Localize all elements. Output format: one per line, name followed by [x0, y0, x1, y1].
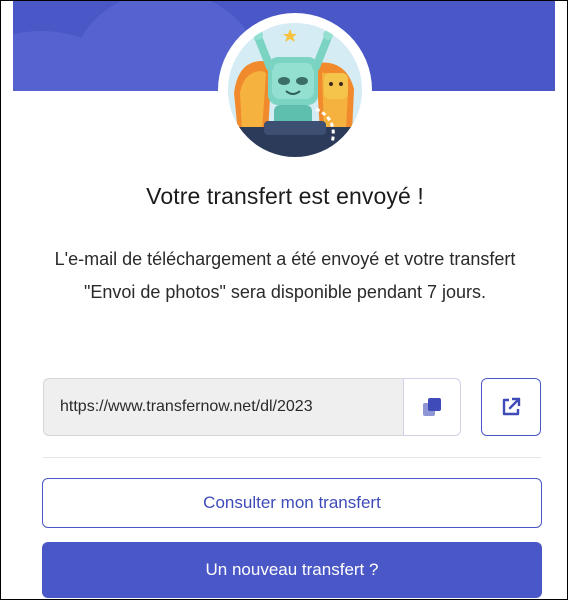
copy-icon	[423, 398, 441, 416]
section-divider	[43, 457, 541, 458]
dialog-message: L'e-mail de téléchargement a été envoyé …	[54, 249, 516, 302]
transfer-success-screen: Votre transfert est envoyé ! L'e-mail de…	[0, 0, 568, 600]
dialog-title: Votre transfert est envoyé !	[146, 183, 424, 209]
open-link-button[interactable]	[481, 378, 541, 436]
new-transfer-button[interactable]: Un nouveau transfert ?	[42, 542, 542, 598]
happy-passenger-illustration	[228, 23, 362, 157]
illustration-avatar	[228, 23, 362, 157]
view-transfer-button[interactable]: Consulter mon transfert	[42, 478, 542, 528]
transfer-link-field[interactable]	[43, 378, 403, 436]
margin-left	[1, 1, 13, 599]
external-link-icon	[502, 397, 521, 416]
copy-link-button[interactable]	[403, 378, 461, 436]
